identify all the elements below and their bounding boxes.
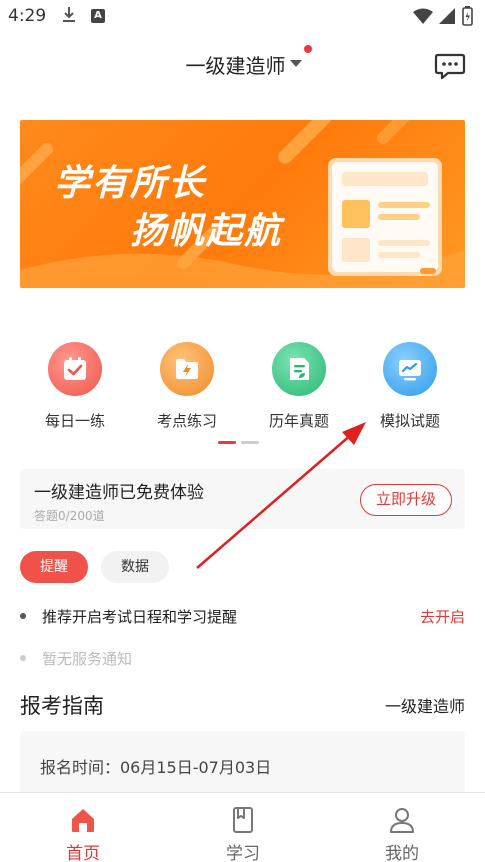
page-indicator xyxy=(218,441,260,445)
promo-banner[interactable]: 学有所长 扬帆起航 xyxy=(20,120,465,288)
quick-label: 每日一练 xyxy=(44,412,105,430)
notice-text: 推荐开启考试日程和学习提醒 xyxy=(42,608,238,626)
notice-item: 暂无服务通知 xyxy=(20,646,465,670)
registration-date: 报名时间：06月15日-07月03日 xyxy=(40,758,272,777)
section-title: 报考指南 xyxy=(20,694,104,718)
app-header: 一级建造师 xyxy=(0,40,485,86)
quick-mock-exams[interactable]: 模拟试题 xyxy=(355,338,465,431)
upgrade-button[interactable]: 立即升级 xyxy=(360,484,452,516)
quick-point-practice[interactable]: 考点练习 xyxy=(132,338,242,431)
status-time: 4:29 xyxy=(8,6,47,26)
status-bar: 4:29 A xyxy=(0,0,485,34)
guide-card[interactable]: 报名时间：06月15日-07月03日 xyxy=(20,731,465,801)
guide-exam-selector[interactable]: 一级建造师 xyxy=(385,693,465,717)
enable-reminder-link[interactable]: 去开启 xyxy=(420,606,465,627)
chevron-down-icon[interactable] xyxy=(290,60,302,67)
quick-label: 考点练习 xyxy=(156,412,217,430)
home-icon xyxy=(72,809,94,832)
banner-subheadline: 扬帆起航 xyxy=(130,211,283,252)
banner-headline: 学有所长 xyxy=(54,163,207,204)
page-dot xyxy=(241,441,259,444)
tab-label: 学习 xyxy=(226,844,260,862)
page-dot-active xyxy=(218,441,236,444)
trial-progress: 答题0/200道 xyxy=(34,509,105,523)
bullet-icon xyxy=(20,655,26,661)
tab-reminder[interactable]: 提醒 xyxy=(20,551,88,583)
notice-item: 推荐开启考试日程和学习提醒 去开启 xyxy=(20,604,465,628)
notice-text: 暂无服务通知 xyxy=(42,650,133,668)
tab-profile[interactable]: 我的 xyxy=(322,793,482,862)
calendar-check-icon xyxy=(48,342,102,396)
document-leaf-icon xyxy=(272,342,326,396)
trial-title: 一级建造师已免费体验 xyxy=(34,483,204,503)
quick-past-exams[interactable]: 历年真题 xyxy=(244,338,354,431)
tab-data[interactable]: 数据 xyxy=(101,551,169,583)
monitor-chart-icon xyxy=(383,342,437,396)
bullet-icon xyxy=(20,613,26,619)
message-icon[interactable] xyxy=(434,52,466,80)
tab-label: 我的 xyxy=(385,844,419,862)
book-icon xyxy=(233,807,253,833)
tab-label: 首页 xyxy=(66,844,100,862)
unread-dot xyxy=(304,45,312,53)
tab-study[interactable]: 学习 xyxy=(163,793,323,862)
bottom-tabbar: 首页 学习 我的 xyxy=(0,792,485,862)
exam-selector[interactable]: 一级建造师 xyxy=(0,50,485,79)
quick-daily-practice[interactable]: 每日一练 xyxy=(20,338,130,431)
person-icon xyxy=(390,808,414,833)
notification-app-icon: A xyxy=(91,9,105,23)
tab-home[interactable]: 首页 xyxy=(3,793,163,862)
download-icon xyxy=(63,7,75,22)
signal-battery-icons xyxy=(413,6,473,26)
trial-card: 一级建造师已免费体验 答题0/200道 立即升级 xyxy=(20,469,465,529)
lightning-folder-icon xyxy=(160,342,214,396)
quick-label: 历年真题 xyxy=(268,412,329,430)
quick-label: 模拟试题 xyxy=(379,412,440,430)
quick-actions: 每日一练 考点练习 历年真题 模拟试题 xyxy=(20,338,465,438)
